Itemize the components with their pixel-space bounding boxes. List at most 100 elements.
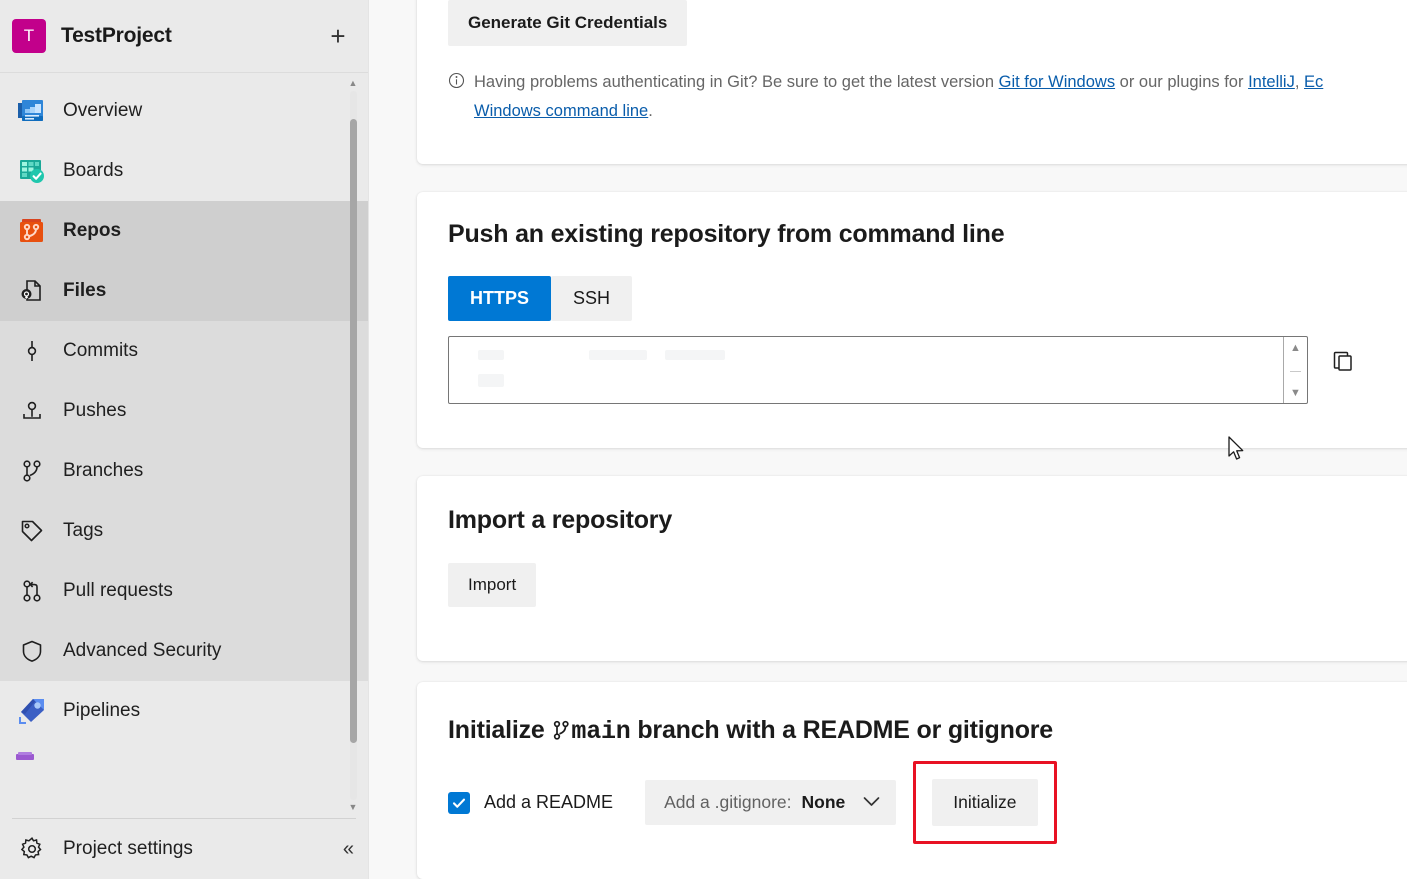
initialize-controls-row: Add a README Add a .gitignore: None Init… bbox=[448, 779, 1406, 826]
note-mid: or our plugins for bbox=[1115, 73, 1248, 91]
scrollbar-track[interactable] bbox=[350, 91, 357, 800]
commits-icon bbox=[12, 338, 52, 364]
repos-subnav: Files Commits bbox=[0, 261, 368, 681]
main-content: Generate Git Credentials Having problems… bbox=[369, 0, 1407, 879]
sidebar-item-project-settings[interactable]: Project settings « bbox=[0, 819, 368, 879]
skeleton-block bbox=[665, 350, 725, 360]
push-existing-repo-card: Push an existing repository from command… bbox=[417, 192, 1407, 448]
sidebar-item-tags[interactable]: Tags bbox=[0, 501, 368, 561]
skeleton-block bbox=[478, 350, 504, 360]
scrollbar-thumb[interactable] bbox=[350, 119, 357, 743]
initialize-title-prefix: Initialize bbox=[448, 716, 551, 744]
sidebar-item-pipelines[interactable]: Pipelines bbox=[0, 681, 368, 741]
sidebar-item-label: Pipelines bbox=[63, 700, 140, 722]
sidebar-item-label: Pushes bbox=[63, 400, 126, 422]
sidebar-nav-list: Overview bbox=[0, 73, 368, 781]
sidebar-item-label: Pull requests bbox=[63, 580, 173, 602]
scroll-up-arrow[interactable]: ▲ bbox=[349, 79, 358, 88]
add-readme-checkbox[interactable] bbox=[448, 792, 470, 814]
sidebar-item-label: Boards bbox=[63, 160, 123, 182]
test-plans-icon bbox=[12, 752, 42, 771]
add-new-button[interactable]: + bbox=[322, 20, 354, 52]
branch-icon bbox=[551, 719, 571, 748]
project-avatar: T bbox=[12, 19, 46, 53]
sidebar-item-repos[interactable]: Repos bbox=[0, 201, 368, 261]
initialize-button-wrap: Initialize bbox=[932, 779, 1037, 826]
sidebar-item-label: Repos bbox=[63, 220, 121, 242]
spinner-divider bbox=[1290, 371, 1301, 372]
sidebar-item-pushes[interactable]: Pushes bbox=[0, 381, 368, 441]
import-button[interactable]: Import bbox=[448, 563, 536, 607]
initialize-button[interactable]: Initialize bbox=[932, 779, 1037, 826]
branch-name: main bbox=[571, 717, 630, 746]
protocol-pivot: HTTPS SSH bbox=[448, 276, 1406, 321]
info-icon bbox=[448, 72, 474, 89]
gear-icon bbox=[12, 836, 52, 862]
scroll-down-arrow[interactable]: ▼ bbox=[349, 803, 358, 812]
gitignore-value: None bbox=[802, 792, 846, 813]
clone-box-spinner[interactable]: ▲ ▼ bbox=[1283, 337, 1307, 404]
clone-command-row: ▲ ▼ bbox=[448, 336, 1406, 404]
note-comma: , bbox=[1295, 73, 1304, 91]
note-line2-suffix: . bbox=[648, 102, 653, 120]
intellij-link[interactable]: IntelliJ bbox=[1248, 73, 1295, 91]
git-credentials-card: Generate Git Credentials Having problems… bbox=[417, 0, 1407, 164]
skeleton-block bbox=[478, 374, 504, 387]
chevron-down-icon bbox=[863, 795, 880, 810]
copy-icon[interactable] bbox=[1332, 350, 1354, 377]
sidebar-header: T TestProject + bbox=[0, 0, 368, 73]
sidebar-item-label: Overview bbox=[63, 100, 142, 122]
gitignore-dropdown[interactable]: Add a .gitignore: None bbox=[645, 780, 896, 825]
sidebar-item-pull-requests[interactable]: Pull requests bbox=[0, 561, 368, 621]
project-sidebar: T TestProject + bbox=[0, 0, 368, 879]
tab-https[interactable]: HTTPS bbox=[448, 276, 551, 321]
sidebar-item-branches[interactable]: Branches bbox=[0, 441, 368, 501]
git-auth-note-text: Having problems authenticating in Git? B… bbox=[474, 68, 1323, 126]
sidebar-item-advanced-security[interactable]: Advanced Security bbox=[0, 621, 368, 681]
sidebar-partial-item bbox=[0, 741, 368, 781]
project-name: TestProject bbox=[61, 24, 172, 48]
sidebar-item-boards[interactable]: Boards bbox=[0, 141, 368, 201]
gitignore-label: Add a .gitignore: bbox=[664, 792, 791, 813]
import-repository-card: Import a repository Import bbox=[417, 476, 1407, 661]
tab-ssh[interactable]: SSH bbox=[551, 276, 632, 321]
boards-icon bbox=[12, 156, 52, 186]
sidebar-footer-label: Project settings bbox=[63, 838, 193, 860]
initialize-repository-card: Initialize main branch with a README or … bbox=[417, 682, 1407, 879]
spinner-down-arrow[interactable]: ▼ bbox=[1290, 388, 1301, 399]
import-section-title: Import a repository bbox=[448, 506, 1406, 535]
sidebar-scroll-area: Overview bbox=[0, 73, 368, 818]
git-for-windows-link[interactable]: Git for Windows bbox=[999, 73, 1115, 91]
git-auth-note: Having problems authenticating in Git? B… bbox=[448, 68, 1406, 126]
sidebar-scrollbar[interactable]: ▲ ▼ bbox=[346, 79, 360, 812]
sidebar-item-label: Advanced Security bbox=[63, 640, 221, 662]
overview-icon bbox=[12, 96, 52, 126]
project-avatar-initial: T bbox=[24, 26, 34, 46]
skeleton-block bbox=[589, 350, 647, 360]
eclipse-link[interactable]: Ec bbox=[1304, 73, 1323, 91]
pull-requests-icon bbox=[12, 578, 52, 604]
initialize-title-suffix: branch with a README or gitignore bbox=[631, 716, 1053, 744]
add-readme-label: Add a README bbox=[484, 792, 613, 813]
repos-icon bbox=[12, 216, 52, 246]
generate-git-credentials-button[interactable]: Generate Git Credentials bbox=[448, 0, 687, 46]
sidebar-item-overview[interactable]: Overview bbox=[0, 81, 368, 141]
pipelines-icon bbox=[12, 696, 52, 726]
spinner-up-arrow[interactable]: ▲ bbox=[1290, 343, 1301, 354]
sidebar-item-label: Commits bbox=[63, 340, 138, 362]
shield-icon bbox=[12, 638, 52, 664]
sidebar-item-label: Files bbox=[63, 280, 106, 302]
windows-command-line-link[interactable]: Windows command line bbox=[474, 102, 648, 120]
collapse-sidebar-button[interactable]: « bbox=[343, 839, 354, 859]
sidebar-item-files[interactable]: Files bbox=[0, 261, 368, 321]
clone-command-textarea[interactable]: ▲ ▼ bbox=[448, 336, 1308, 404]
branches-icon bbox=[12, 458, 52, 484]
note-prefix: Having problems authenticating in Git? B… bbox=[474, 73, 999, 91]
sidebar-item-label: Tags bbox=[63, 520, 103, 542]
push-section-title: Push an existing repository from command… bbox=[448, 220, 1406, 249]
initialize-section-title: Initialize main branch with a README or … bbox=[448, 716, 1406, 748]
pushes-icon bbox=[12, 398, 52, 424]
sidebar-item-commits[interactable]: Commits bbox=[0, 321, 368, 381]
files-icon bbox=[12, 278, 52, 304]
sidebar-item-label: Branches bbox=[63, 460, 143, 482]
